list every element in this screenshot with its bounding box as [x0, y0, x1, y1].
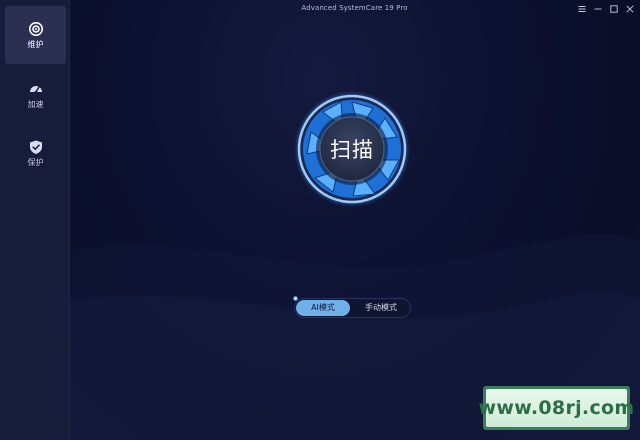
- mode-indicator-dot: [293, 296, 298, 301]
- speedometer-icon: [29, 85, 42, 93]
- sidebar-item-label: 维护: [27, 39, 44, 49]
- mode-toggle: AI模式 手动模式: [294, 298, 411, 318]
- menu-button[interactable]: [574, 2, 590, 16]
- window-title: Advanced SystemCare 19 Pro: [301, 4, 408, 12]
- maximize-button[interactable]: [606, 2, 622, 16]
- sidebar-item-protect[interactable]: 保护: [5, 124, 66, 182]
- watermark: www.08rj.com: [479, 386, 634, 430]
- watermark-text: www.08rj.com: [479, 389, 634, 427]
- sidebar: 维护 加速 保护: [0, 0, 70, 440]
- menu-icon: [578, 6, 586, 12]
- maximize-icon: [610, 5, 618, 13]
- minimize-button[interactable]: [590, 2, 606, 16]
- sidebar-item-label: 保护: [27, 157, 44, 167]
- shield-icon: [29, 140, 42, 154]
- ai-mode-button[interactable]: AI模式: [296, 300, 350, 316]
- close-icon: [626, 5, 634, 13]
- scan-label: 扫描: [330, 138, 374, 162]
- scan-button[interactable]: 扫描: [293, 90, 411, 208]
- close-button[interactable]: [622, 2, 638, 16]
- sidebar-item-maintenance[interactable]: 维护: [5, 6, 66, 64]
- minimize-icon: [594, 8, 602, 10]
- app-window: 维护 加速 保护 Advanced SystemCare 19 Pro 扫描 A…: [0, 0, 640, 440]
- maintenance-icon: [28, 21, 43, 36]
- sidebar-item-speedup[interactable]: 加速: [5, 66, 66, 124]
- sidebar-item-label: 加速: [27, 99, 44, 109]
- background-wave: [69, 234, 640, 440]
- manual-mode-button[interactable]: 手动模式: [353, 300, 409, 316]
